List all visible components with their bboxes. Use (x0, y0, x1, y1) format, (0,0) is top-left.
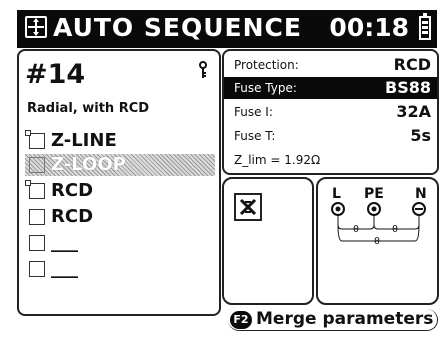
title-bar: AUTO SEQUENCE 00:18 (17, 10, 437, 48)
indicator-icon (25, 180, 31, 186)
test-item[interactable]: Z-LINE (25, 130, 215, 152)
test-item-selected[interactable]: Z-LOOP (25, 154, 215, 176)
test-item[interactable]: ___ (25, 232, 215, 254)
checkbox[interactable] (29, 183, 45, 199)
test-item[interactable]: ___ (25, 258, 215, 280)
parameters-panel: Protection: RCD Fuse Type: BS88 Fuse I: … (222, 49, 439, 175)
terminal-pe-label: PE (364, 186, 384, 202)
battery-icon (419, 13, 431, 40)
test-item[interactable]: RCD (25, 180, 215, 202)
terminal-l-label: L (332, 186, 341, 202)
elapsed-time: 00:18 (329, 13, 409, 42)
param-protection[interactable]: Protection: RCD (224, 54, 437, 76)
z-lim-value: Z_lim = 1.92Ω (234, 153, 321, 167)
merge-parameters-label: Merge parameters (256, 309, 434, 329)
screen-title: AUTO SEQUENCE (53, 13, 302, 42)
checkbox[interactable] (29, 133, 45, 149)
param-fuse-i[interactable]: Fuse I: 32A (224, 101, 437, 123)
checkbox[interactable] (29, 209, 45, 225)
key-icon (198, 61, 208, 79)
sequence-icon (25, 16, 47, 38)
lpe-value: 0 (353, 224, 359, 235)
checkbox[interactable] (29, 157, 45, 173)
test-item[interactable]: RCD (25, 206, 215, 228)
param-fuse-t[interactable]: Fuse T: 5s (224, 125, 437, 147)
merge-parameters-button[interactable]: F2 Merge parameters (228, 309, 440, 333)
indicator-icon (25, 130, 31, 136)
checkbox[interactable] (29, 261, 45, 277)
ln-value: 0 (374, 236, 380, 247)
no-connection-icon (234, 193, 262, 221)
pen-value: 0 (392, 224, 398, 235)
status-box (222, 177, 314, 305)
sequence-list-panel: #14 Radial, with RCD Z-LINE Z-LOOP RCD R… (17, 49, 221, 316)
sequence-number: #14 (25, 59, 86, 90)
connection-diagram-icon: L PE N 0 0 0 (316, 177, 439, 305)
param-fuse-type[interactable]: Fuse Type: BS88 (224, 77, 437, 99)
checkbox[interactable] (29, 235, 45, 251)
f2-key-icon: F2 (230, 311, 252, 329)
sequence-name: Radial, with RCD (27, 101, 150, 116)
terminal-n-label: N (415, 186, 427, 202)
